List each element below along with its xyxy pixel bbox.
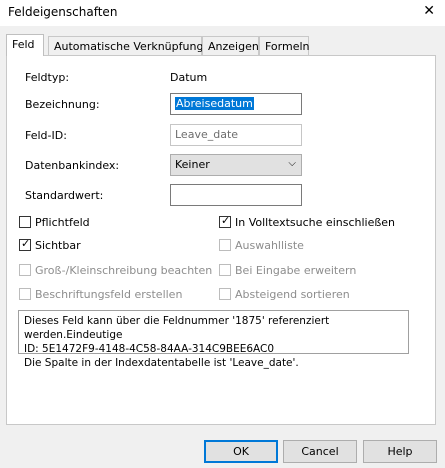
tab-feld[interactable]: Feld — [6, 34, 44, 56]
beschriftungsfeld-checkbox[interactable]: Beschriftungsfeld erstellen — [19, 288, 182, 301]
tab-anzeigen[interactable]: Anzeigen — [202, 36, 259, 55]
tab-automatische-verknuepfungen[interactable]: Automatische Verknüpfungen — [48, 36, 217, 55]
pflichtfeld-label: Pflichtfeld — [35, 216, 90, 229]
sichtbar-label: Sichtbar — [35, 239, 81, 252]
feldtyp-label: Feldtyp: — [25, 71, 70, 84]
absteigend-label: Absteigend sortieren — [235, 288, 350, 301]
gross-klein-checkbox[interactable]: Groß-/Kleinschreibung beachten — [19, 264, 212, 277]
help-button[interactable]: Help — [363, 440, 437, 463]
volltext-label: In Volltextsuche einschließen — [235, 216, 396, 229]
beschriftungsfeld-label: Beschriftungsfeld erstellen — [35, 288, 183, 301]
checkbox-icon — [19, 216, 31, 228]
sichtbar-checkbox[interactable]: ✓ Sichtbar — [19, 237, 81, 252]
checkbox-icon — [219, 288, 231, 300]
eingabe-erweitern-checkbox[interactable]: Bei Eingabe erweitern — [219, 264, 356, 277]
absteigend-checkbox[interactable]: Absteigend sortieren — [219, 288, 350, 301]
info-box: Dieses Feld kann über die Feldnummer '18… — [18, 310, 409, 369]
bezeichnung-input[interactable]: Abreisedatum — [170, 93, 302, 115]
pflichtfeld-checkbox[interactable]: Pflichtfeld — [19, 216, 90, 229]
info-line: Die Spalte in der Indexdatentabelle ist … — [24, 357, 299, 369]
checkbox-icon — [19, 264, 31, 276]
bezeichnung-value: Abreisedatum — [175, 97, 254, 110]
datenbankindex-label: Datenbankindex: — [25, 159, 120, 172]
datenbankindex-select[interactable]: Keiner ⌵ — [170, 154, 302, 176]
eingabe-erweitern-label: Bei Eingabe erweitern — [235, 264, 357, 277]
info-line: Dieses Feld kann über die Feldnummer '18… — [24, 315, 330, 341]
close-icon[interactable]: ✕ — [423, 3, 435, 19]
volltext-checkbox[interactable]: ✓ In Volltextsuche einschließen — [219, 214, 396, 229]
info-line: ID: 5E1472F9-4148-4C58-84AA-314C9BEE6AC0 — [24, 343, 275, 355]
title-bar: Feldeigenschaften ✕ — [0, 0, 445, 26]
tab-formeln[interactable]: Formeln — [259, 36, 310, 55]
standardwert-input[interactable] — [170, 184, 302, 206]
feldid-input[interactable]: Leave_date — [170, 124, 302, 146]
feldtyp-value: Datum — [170, 71, 208, 84]
checkbox-icon — [219, 264, 231, 276]
checkbox-checked-icon: ✓ — [219, 214, 231, 228]
chevron-down-icon: ⌵ — [288, 158, 296, 169]
standardwert-label: Standardwert: — [25, 189, 104, 202]
checkbox-icon — [19, 288, 31, 300]
auswahlliste-checkbox[interactable]: Auswahlliste — [219, 239, 304, 252]
checkbox-checked-icon: ✓ — [19, 237, 31, 251]
bezeichnung-label: Bezeichnung: — [25, 98, 100, 111]
checkbox-icon — [219, 239, 231, 251]
auswahlliste-label: Auswahlliste — [235, 239, 304, 252]
window-title: Feldeigenschaften — [8, 5, 118, 19]
gross-klein-label: Groß-/Kleinschreibung beachten — [35, 264, 213, 277]
datenbankindex-value: Keiner — [175, 158, 210, 171]
ok-button[interactable]: OK — [204, 440, 278, 463]
feldid-label: Feld-ID: — [25, 129, 67, 142]
cancel-button[interactable]: Cancel — [283, 440, 357, 463]
